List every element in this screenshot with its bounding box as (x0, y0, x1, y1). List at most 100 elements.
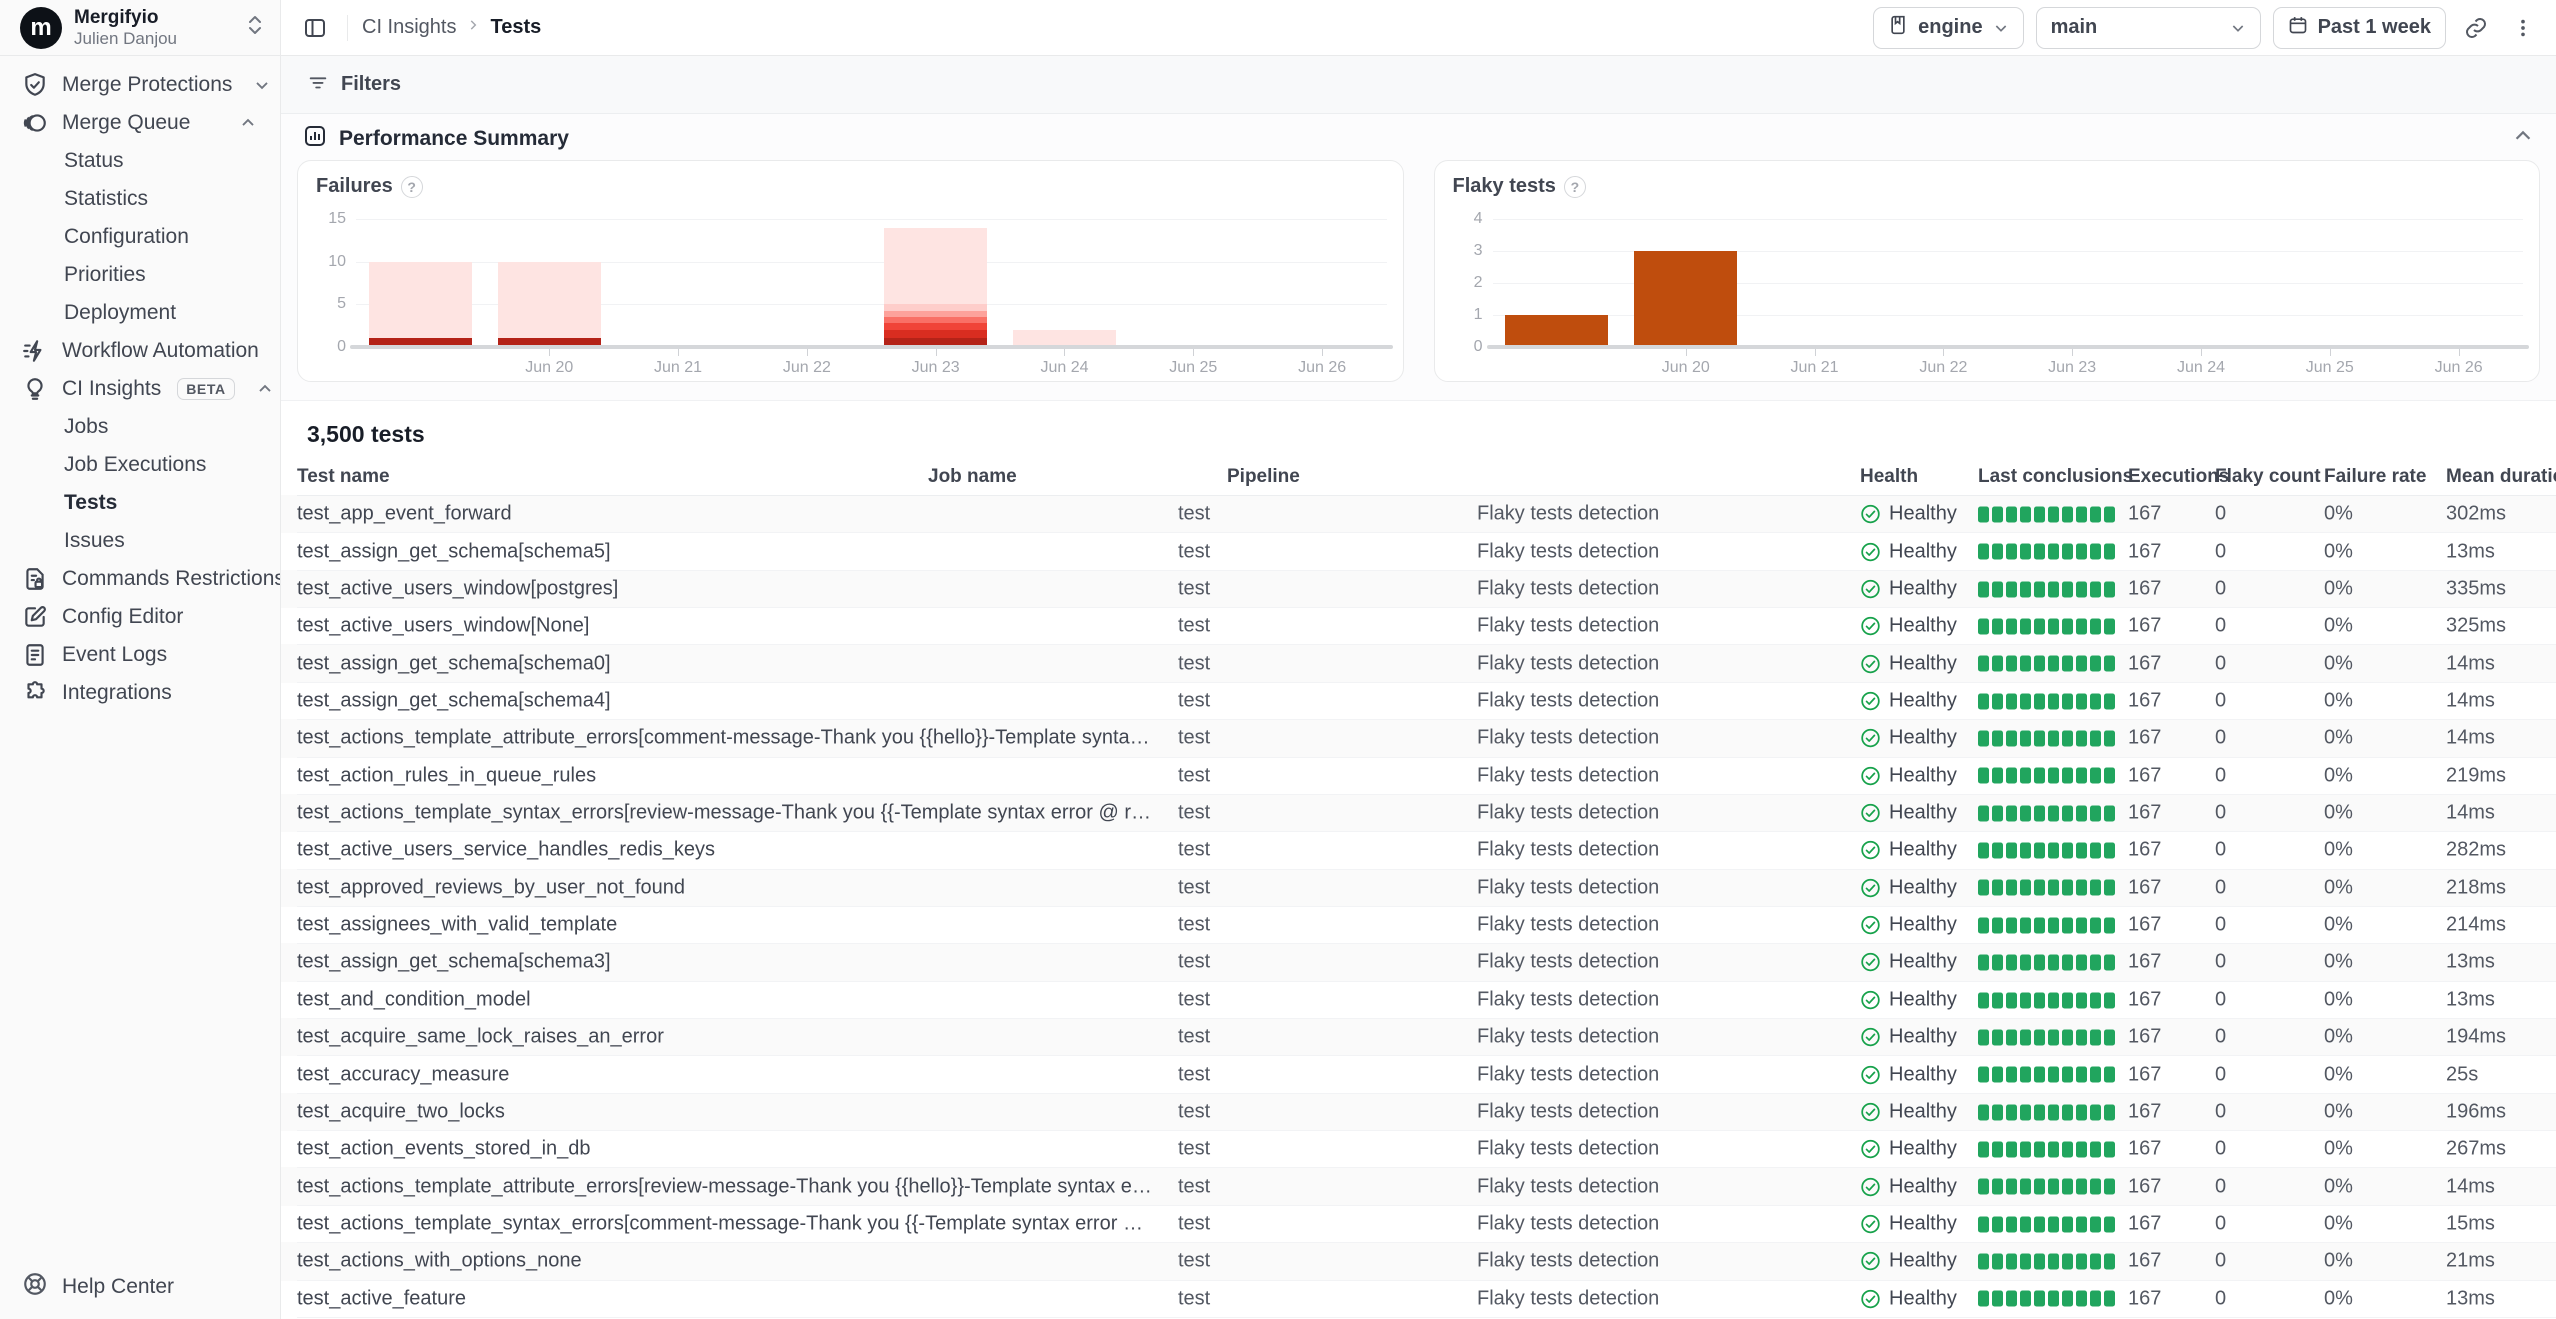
conclusion-square (2048, 805, 2059, 821)
conclusion-square (1978, 544, 1989, 560)
executions-cell: 167 (2128, 839, 2161, 862)
conclusion-square (2034, 581, 2045, 597)
breadcrumb-parent[interactable]: CI Insights (362, 16, 456, 39)
table-row[interactable]: test_actions_template_syntax_errors[revi… (297, 795, 2556, 832)
x-axis-label: Jun 25 (1169, 359, 1217, 377)
conclusion-square (2104, 1104, 2115, 1120)
conclusion-square (1978, 1291, 1989, 1307)
sidebar-item-label: Merge Protections (62, 73, 232, 97)
table-row[interactable]: test_assignees_with_valid_templatetestFl… (297, 907, 2556, 944)
table-body: test_app_event_forwardtestFlaky tests de… (297, 496, 2556, 1318)
mean-duration-cell: 21ms (2446, 1250, 2495, 1273)
failure-rate-cell: 0% (2324, 1287, 2353, 1310)
conclusion-square (2104, 581, 2115, 597)
executions-cell: 167 (2128, 652, 2161, 675)
conclusion-square (1992, 917, 2003, 933)
sidebar-item-status[interactable]: Status (10, 142, 270, 180)
table-row[interactable]: test_actions_template_attribute_errors[c… (297, 720, 2556, 757)
sidebar-item-deployment[interactable]: Deployment (10, 294, 270, 332)
sidebar-item-event-logs[interactable]: Event Logs (10, 636, 270, 674)
table-row[interactable]: test_action_rules_in_queue_rulestestFlak… (297, 758, 2556, 795)
table-row[interactable]: test_action_events_stored_in_dbtestFlaky… (297, 1131, 2556, 1168)
table-row[interactable]: test_assign_get_schema[schema4]testFlaky… (297, 683, 2556, 720)
mean-duration-cell: 282ms (2446, 839, 2506, 862)
sidebar-toggle-icon[interactable] (297, 10, 333, 46)
conclusion-square (1978, 506, 1989, 522)
health-check-icon (1860, 1214, 1881, 1235)
sidebar-item-merge-protections[interactable]: Merge Protections (10, 66, 270, 104)
help-tooltip-icon[interactable]: ? (401, 176, 423, 198)
conclusion-square (2104, 955, 2115, 971)
table-row[interactable]: test_acquire_same_lock_raises_an_errorte… (297, 1019, 2556, 1056)
org-name: Mergifyio (74, 7, 234, 29)
failure-rate-cell: 0% (2324, 652, 2353, 675)
conclusion-square (1978, 1104, 1989, 1120)
sidebar-item-tests[interactable]: Tests (10, 484, 270, 522)
last-conclusions-cell (1978, 1063, 2118, 1086)
sidebar-item-statistics[interactable]: Statistics (10, 180, 270, 218)
table-row[interactable]: test_active_featuretestFlaky tests detec… (297, 1281, 2556, 1318)
conclusion-square (1992, 1104, 2003, 1120)
branch-picker[interactable]: main (2036, 7, 2261, 49)
share-link-icon[interactable] (2458, 10, 2494, 46)
table-row[interactable]: test_assign_get_schema[schema5]testFlaky… (297, 533, 2556, 570)
pipeline-cell: Flaky tests detection (1477, 951, 1659, 974)
sidebar-item-job-executions[interactable]: Job Executions (10, 446, 270, 484)
tests-count: 3,500 tests (281, 401, 2556, 454)
table-row[interactable]: test_assign_get_schema[schema3]testFlaky… (297, 944, 2556, 981)
health-check-icon (1860, 765, 1881, 786)
help-center-link[interactable]: Help Center (0, 1255, 280, 1319)
conclusion-square (2076, 1029, 2087, 1045)
x-axis-label: Jun 24 (2177, 359, 2225, 377)
table-row[interactable]: test_actions_with_options_nonetestFlaky … (297, 1243, 2556, 1280)
conclusion-square (2076, 1291, 2087, 1307)
flaky-count-cell: 0 (2215, 1138, 2226, 1161)
sidebar-item-configuration[interactable]: Configuration (10, 218, 270, 256)
executions-cell: 167 (2128, 876, 2161, 899)
chevron-up-icon (255, 379, 275, 399)
x-axis-label: Jun 25 (2306, 359, 2354, 377)
sidebar-item-config-editor[interactable]: Config Editor (10, 598, 270, 636)
table-row[interactable]: test_app_event_forwardtestFlaky tests de… (297, 496, 2556, 533)
health-check-icon (1860, 578, 1881, 599)
job-name-cell: test (1178, 1175, 1210, 1198)
conclusion-square (2090, 1029, 2101, 1045)
table-row[interactable]: test_accuracy_measuretestFlaky tests det… (297, 1056, 2556, 1093)
sidebar-item-priorities[interactable]: Priorities (10, 256, 270, 294)
collapse-section-icon[interactable] (2512, 125, 2534, 153)
sidebar-item-jobs[interactable]: Jobs (10, 408, 270, 446)
conclusion-square (2104, 768, 2115, 784)
conclusion-square (2104, 1291, 2115, 1307)
table-row[interactable]: test_actions_template_syntax_errors[comm… (297, 1206, 2556, 1243)
table-row[interactable]: test_active_users_window[postgres]testFl… (297, 571, 2556, 608)
pipeline-cell: Flaky tests detection (1477, 1213, 1659, 1236)
sidebar-item-ci-insights[interactable]: CI InsightsBETA (10, 370, 270, 408)
org-switcher[interactable]: m Mergifyio Julien Danjou (0, 0, 280, 56)
table-row[interactable]: test_active_users_window[None]testFlaky … (297, 608, 2556, 645)
chart-bar (369, 219, 472, 347)
table-row[interactable]: test_approved_reviews_by_user_not_foundt… (297, 870, 2556, 907)
failure-rate-cell: 0% (2324, 839, 2353, 862)
table-row[interactable]: test_active_users_service_handles_redis_… (297, 832, 2556, 869)
conclusion-square (2006, 1142, 2017, 1158)
sidebar-item-integrations[interactable]: Integrations (10, 674, 270, 712)
flaky-count-cell: 0 (2215, 615, 2226, 638)
sidebar-item-commands-restrictions[interactable]: Commands Restrictions (10, 560, 270, 598)
repository-picker[interactable]: engine (1873, 7, 2023, 49)
sidebar-item-merge-queue[interactable]: Merge Queue (10, 104, 270, 142)
flaky-count-cell: 0 (2215, 1250, 2226, 1273)
date-range-picker[interactable]: Past 1 week (2273, 7, 2446, 49)
filters-button[interactable]: Filters (341, 73, 401, 96)
sidebar-item-workflow-automation[interactable]: Workflow Automation (10, 332, 270, 370)
table-row[interactable]: test_acquire_two_lockstestFlaky tests de… (297, 1094, 2556, 1131)
test-name-cell: test_actions_template_attribute_errors[r… (297, 1175, 1157, 1198)
more-options-icon[interactable] (2506, 11, 2540, 45)
table-row[interactable]: test_and_condition_modeltestFlaky tests … (297, 982, 2556, 1019)
help-tooltip-icon[interactable]: ? (1564, 176, 1586, 198)
sidebar-item-issues[interactable]: Issues (10, 522, 270, 560)
table-row[interactable]: test_assign_get_schema[schema0]testFlaky… (297, 645, 2556, 682)
conclusion-square (2020, 544, 2031, 560)
conclusion-square (2006, 1254, 2017, 1270)
table-row[interactable]: test_actions_template_attribute_errors[r… (297, 1168, 2556, 1205)
health-check-icon (1860, 840, 1881, 861)
